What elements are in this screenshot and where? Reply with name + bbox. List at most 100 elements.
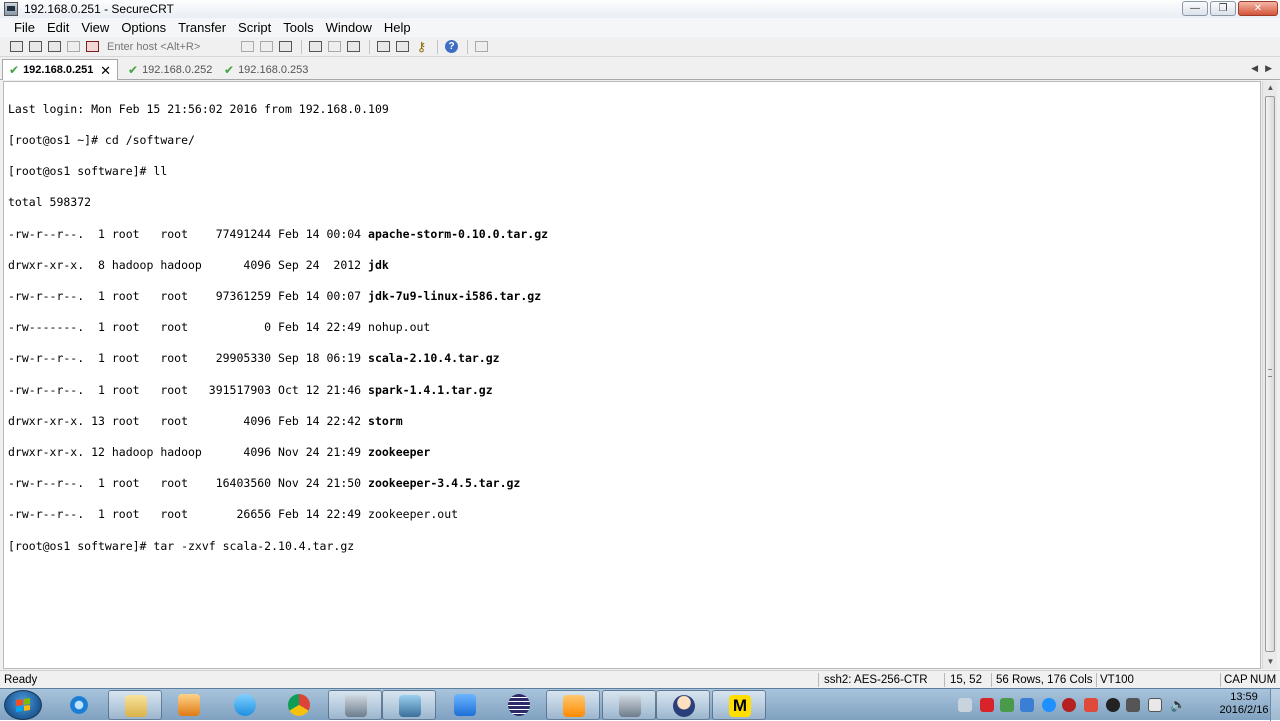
menu-bar: File Edit View Options Transfer Script T… — [0, 18, 1280, 37]
connected-check-icon: ✔ — [9, 63, 20, 77]
disconnect-icon — [86, 41, 99, 52]
tab-label: 192.168.0.253 — [238, 63, 309, 76]
taskbar-media-player[interactable] — [162, 690, 216, 720]
connect-icon — [10, 41, 23, 52]
global-options-button[interactable] — [394, 39, 411, 54]
taskbar-vmware[interactable] — [546, 690, 600, 720]
tools-icon — [396, 41, 409, 52]
taskbar-securecrt-1[interactable] — [328, 690, 382, 720]
toolbar: ⚷ ? — [0, 37, 1280, 57]
tab-scroll-right-icon[interactable]: ▶ — [1265, 63, 1272, 74]
connect-button[interactable] — [8, 39, 25, 54]
status-cursor-position: 15, 52 — [950, 674, 982, 686]
session-options-button[interactable] — [375, 39, 392, 54]
show-desktop-button[interactable] — [1270, 689, 1280, 721]
tab-192-168-0-252[interactable]: ✔ 192.168.0.252 — [122, 59, 216, 80]
file-name: zookeeper — [368, 445, 431, 460]
taskbar-securecrt-2[interactable] — [602, 690, 656, 720]
menu-transfer[interactable]: Transfer — [172, 18, 232, 37]
taskbar-eclipse[interactable] — [492, 690, 546, 720]
minimize-button[interactable]: — — [1182, 1, 1208, 16]
start-button[interactable] — [4, 690, 42, 720]
toolbar-separator — [437, 39, 438, 54]
title-bar[interactable]: 192.168.0.251 - SecureCRT — ❐ ✕ — [0, 0, 1280, 18]
reconnect-button[interactable] — [65, 39, 82, 54]
terminal-scrollbar[interactable]: ▲ ▼ — [1262, 81, 1277, 669]
paste-button[interactable] — [258, 39, 275, 54]
screen-button[interactable] — [473, 39, 490, 54]
menu-script[interactable]: Script — [232, 18, 277, 37]
clock-date: 2016/2/16 — [1219, 704, 1269, 716]
terminal-line: -rw-r--r--. 1 root root 77491244 Feb 14 … — [8, 228, 548, 240]
line-text: -rw-r--r--. 1 root root 97361259 Feb 14 … — [8, 289, 369, 304]
tab-192-168-0-251[interactable]: ✔ 192.168.0.251 ✕ — [2, 59, 118, 80]
keyboard-icon[interactable] — [958, 698, 972, 712]
menu-help[interactable]: Help — [378, 18, 417, 37]
terminal-output: Last login: Mon Feb 15 21:56:02 2016 fro… — [8, 83, 548, 572]
windows-tray-icon[interactable] — [1020, 698, 1034, 712]
antivirus-icon[interactable] — [1062, 698, 1076, 712]
menu-edit[interactable]: Edit — [41, 18, 75, 37]
file-name: zookeeper.out — [368, 507, 459, 522]
taskbar-maxthon[interactable]: M — [712, 690, 766, 720]
close-button[interactable]: ✕ — [1238, 1, 1278, 16]
menu-window[interactable]: Window — [320, 18, 378, 37]
quick-connect-button[interactable] — [27, 39, 44, 54]
cloud-icon — [234, 694, 256, 716]
taskbar-chrome[interactable] — [272, 690, 326, 720]
file-name: zookeeper-3.4.5.tar.gz — [368, 476, 521, 491]
maximize-button[interactable]: ❐ — [1210, 1, 1236, 16]
copy-button[interactable] — [239, 39, 256, 54]
host-input[interactable] — [105, 39, 233, 54]
taskbar-internet-explorer[interactable] — [52, 690, 106, 720]
tab-scroll-left-icon[interactable]: ◀ — [1251, 63, 1258, 74]
status-caps-lock: CAP — [1224, 674, 1248, 686]
user-tray-icon[interactable] — [1126, 698, 1140, 712]
taskbar-note-app[interactable] — [438, 690, 492, 720]
terminal-icon — [619, 695, 641, 717]
print-button[interactable] — [307, 39, 324, 54]
help-button[interactable]: ? — [443, 39, 460, 54]
scrollbar-thumb[interactable] — [1265, 96, 1275, 652]
menu-tools[interactable]: Tools — [277, 18, 319, 37]
tab-close-icon[interactable]: ✕ — [100, 63, 111, 79]
scroll-down-icon[interactable]: ▼ — [1263, 655, 1278, 669]
print-setup-button[interactable] — [345, 39, 362, 54]
line-text: drwxr-xr-x. 8 hadoop hadoop 4096 Sep 24 … — [8, 257, 369, 272]
status-divider — [1220, 673, 1221, 687]
menu-options[interactable]: Options — [115, 18, 172, 37]
securecrt-app-icon[interactable] — [4, 2, 18, 16]
scroll-up-icon[interactable]: ▲ — [1263, 81, 1278, 95]
windows-logo-icon — [16, 698, 30, 712]
terminal-line: [root@os1 software]# ll — [8, 165, 548, 177]
file-name: storm — [368, 413, 403, 428]
securecrt-window: 192.168.0.251 - SecureCRT — ❐ ✕ File Edi… — [0, 0, 1280, 688]
session-options-icon — [377, 41, 390, 52]
status-cipher: ssh2: AES-256-CTR — [824, 674, 928, 686]
app-tray-icon[interactable] — [1084, 698, 1098, 712]
taskbar-baidu-cloud[interactable] — [218, 690, 272, 720]
menu-file[interactable]: File — [8, 18, 41, 37]
print-selection-button[interactable] — [326, 39, 343, 54]
taskbar-vpn-client[interactable] — [382, 690, 436, 720]
help-icon: ? — [445, 40, 458, 53]
status-divider — [944, 673, 945, 687]
status-divider — [1096, 673, 1097, 687]
tab-192-168-0-253[interactable]: ✔ 192.168.0.253 — [218, 59, 312, 80]
volume-icon[interactable]: 🔈 — [1170, 698, 1186, 712]
file-name: nohup.out — [368, 320, 431, 335]
taskbar-qq-mascot-app[interactable] — [656, 690, 710, 720]
terminal-view[interactable]: Last login: Mon Feb 15 21:56:02 2016 fro… — [3, 81, 1261, 669]
network-icon[interactable] — [1148, 698, 1162, 712]
bluetooth-icon[interactable] — [1042, 698, 1056, 712]
find-button[interactable] — [277, 39, 294, 54]
taskbar-file-explorer[interactable] — [108, 690, 162, 720]
keymap-button[interactable]: ⚷ — [413, 39, 430, 54]
connect-in-tab-button[interactable] — [46, 39, 63, 54]
menu-view[interactable]: View — [75, 18, 115, 37]
security-tray-icon[interactable] — [1000, 698, 1014, 712]
disconnect-button[interactable] — [84, 39, 101, 54]
taskbar-clock[interactable]: 13:59 2016/2/16 — [1214, 691, 1274, 717]
qq-tray-icon[interactable] — [1106, 698, 1120, 712]
flag-tray-icon[interactable] — [980, 698, 994, 712]
